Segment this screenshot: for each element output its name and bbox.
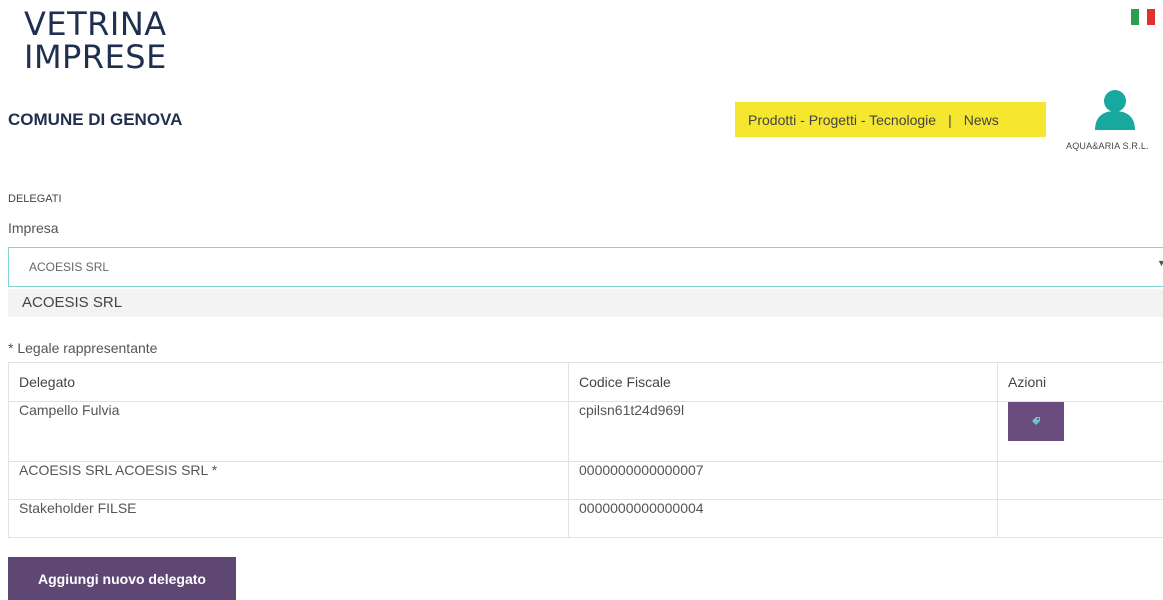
logo-line-2: IMPRESE — [24, 41, 167, 74]
impresa-label: Impresa — [8, 220, 59, 236]
nav-link-prodotti[interactable]: Prodotti - Progetti - Tecnologie — [748, 112, 936, 128]
cell-azioni — [998, 500, 1163, 538]
add-delegate-button[interactable]: Aggiungi nuovo delegato — [8, 557, 236, 600]
delegati-table: Delegato Codice Fiscale Azioni Campello … — [8, 362, 1163, 538]
logo[interactable]: VETRINA IMPRESE — [24, 8, 167, 74]
cell-delegato: Campello Fulvia — [9, 402, 569, 462]
cell-azioni — [998, 462, 1163, 500]
top-nav: Prodotti - Progetti - Tecnologie | News — [735, 102, 1046, 137]
logo-line-1: VETRINA — [24, 8, 167, 41]
user-name[interactable]: AQUA&ARIA S.R.L. — [1066, 141, 1149, 151]
cell-codice-fiscale: 0000000000000004 — [569, 500, 998, 538]
page-title: COMUNE DI GENOVA — [8, 110, 182, 130]
legend-note: * Legale rappresentante — [8, 340, 157, 356]
cell-delegato: Stakeholder FILSE — [9, 500, 569, 538]
nav-link-news[interactable]: News — [964, 112, 999, 128]
table-row: ACOESIS SRL ACOESIS SRL * 00000000000000… — [9, 462, 1163, 500]
table-row: Campello Fulvia cpilsn61t24d969l — [9, 402, 1163, 462]
impresa-select[interactable]: ACOESIS SRL ▼ — [8, 247, 1163, 287]
cell-delegato: ACOESIS SRL ACOESIS SRL * — [9, 462, 569, 500]
impresa-selected-value: ACOESIS SRL — [29, 260, 109, 274]
edit-delegate-button[interactable] — [1008, 401, 1064, 441]
column-header-delegato: Delegato — [9, 363, 569, 402]
chevron-down-icon[interactable]: ▼ — [1157, 258, 1163, 268]
user-avatar-icon[interactable] — [1090, 88, 1140, 130]
cell-codice-fiscale: 0000000000000007 — [569, 462, 998, 500]
column-header-codice-fiscale: Codice Fiscale — [569, 363, 998, 402]
table-header-row: Delegato Codice Fiscale Azioni — [9, 363, 1163, 402]
column-header-azioni: Azioni — [998, 363, 1163, 402]
cell-azioni — [998, 402, 1163, 462]
table-row: Stakeholder FILSE 0000000000000004 — [9, 500, 1163, 538]
section-title: DELEGATI — [8, 193, 62, 205]
cell-codice-fiscale: cpilsn61t24d969l — [569, 402, 998, 462]
tag-icon — [1030, 415, 1042, 427]
italian-flag-icon[interactable] — [1131, 9, 1155, 25]
nav-separator: | — [948, 112, 952, 128]
impresa-option[interactable]: ACOESIS SRL — [8, 289, 1163, 317]
